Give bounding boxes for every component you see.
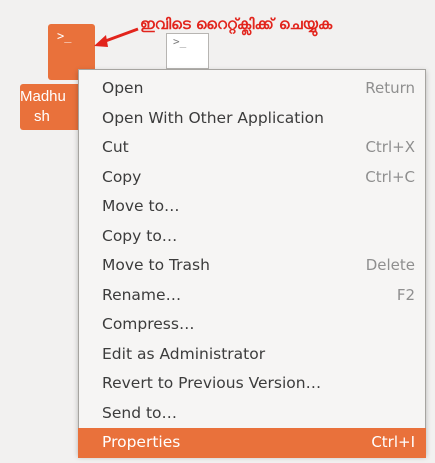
menu-item-label: Edit as Administrator xyxy=(102,344,266,363)
menu-item-open-with[interactable]: Open With Other Application xyxy=(79,104,425,134)
second-terminal-file-icon[interactable]: >_ xyxy=(166,33,209,69)
menu-item-open[interactable]: Open Return xyxy=(79,74,425,104)
terminal-prompt-glyph: >_ xyxy=(57,29,72,43)
menu-item-label: Open xyxy=(102,79,144,97)
menu-item-shortcut: Ctrl+X xyxy=(365,138,415,156)
menu-item-label: Cut xyxy=(102,138,129,156)
context-menu: Open Return Open With Other Application … xyxy=(78,69,426,458)
menu-item-shortcut: F2 xyxy=(396,285,415,304)
annotation-text: ഇവിടെ റൈറ്റ്ക്ലിക്ക് ചെയ്യുക xyxy=(140,15,333,33)
menu-item-label: Open With Other Application xyxy=(102,108,324,127)
menu-item-label: Compress… xyxy=(102,315,195,333)
menu-item-copy[interactable]: Copy Ctrl+C xyxy=(79,163,425,193)
menu-item-label: Move to Trash xyxy=(102,256,210,274)
menu-item-label: Copy to… xyxy=(102,226,178,245)
menu-item-shortcut: Ctrl+C xyxy=(365,167,415,186)
desktop: >_ Madhu sh >_ ഇവിടെ റൈറ്റ്ക്ലിക്ക് ചെയ്… xyxy=(0,0,435,463)
menu-item-move-to[interactable]: Move to… xyxy=(79,192,425,222)
annotation-arrow-icon xyxy=(94,27,139,47)
menu-item-compress[interactable]: Compress… xyxy=(79,310,425,340)
menu-item-label: Copy xyxy=(102,167,142,186)
menu-item-label: Send to… xyxy=(102,403,178,422)
menu-item-shortcut: Return xyxy=(365,79,415,97)
menu-item-label: Move to… xyxy=(102,197,180,215)
menu-item-shortcut: Ctrl+I xyxy=(371,433,415,451)
menu-item-edit-as-administrator[interactable]: Edit as Administrator xyxy=(79,340,425,370)
menu-item-shortcut: Delete xyxy=(365,256,415,274)
menu-item-label: Rename… xyxy=(102,285,182,304)
menu-item-rename[interactable]: Rename… F2 xyxy=(79,281,425,311)
menu-item-cut[interactable]: Cut Ctrl+X xyxy=(79,133,425,163)
menu-item-revert-to-previous-version[interactable]: Revert to Previous Version… xyxy=(79,369,425,399)
menu-item-copy-to[interactable]: Copy to… xyxy=(79,222,425,252)
menu-item-properties[interactable]: Properties Ctrl+I xyxy=(78,428,426,458)
second-terminal-prompt-glyph: >_ xyxy=(173,35,187,48)
menu-item-label: Revert to Previous Version… xyxy=(102,374,322,392)
menu-item-send-to[interactable]: Send to… xyxy=(79,399,425,429)
menu-item-move-to-trash[interactable]: Move to Trash Delete xyxy=(79,251,425,281)
menu-item-label: Properties xyxy=(102,433,181,451)
